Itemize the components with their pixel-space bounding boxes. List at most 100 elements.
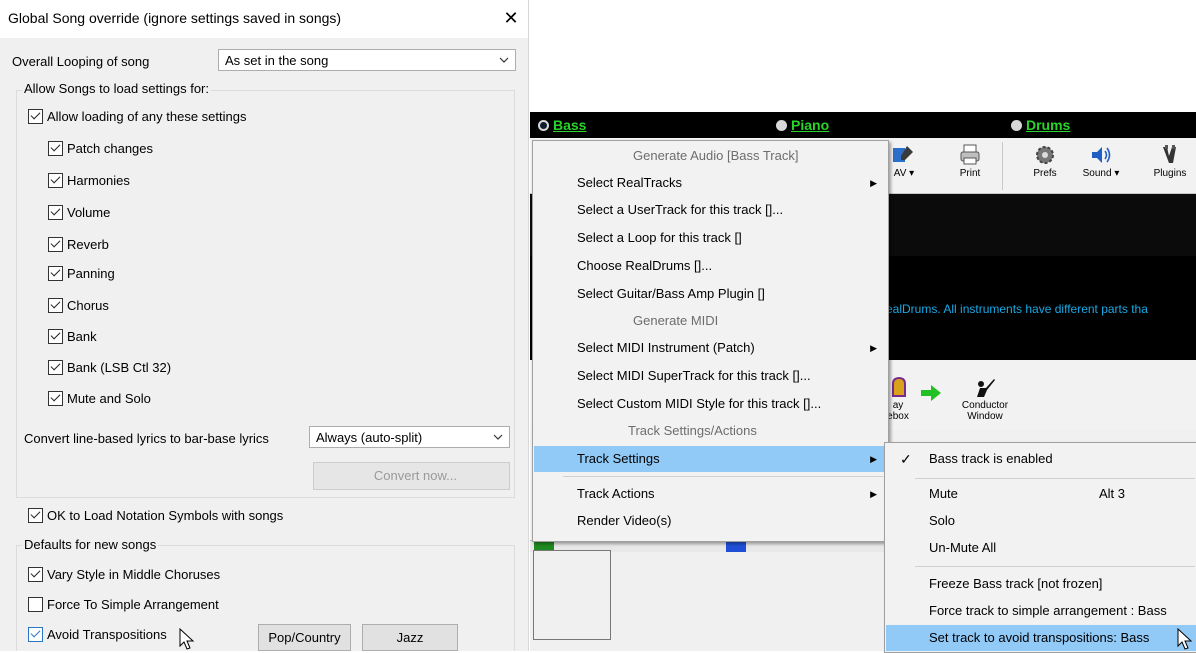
menu-item-render-video[interactable]: Render Video(s) bbox=[534, 508, 887, 534]
allow-any-checkbox[interactable]: Allow loading of any these settings bbox=[28, 109, 246, 124]
lyrics-select-value: Always (auto-split) bbox=[316, 430, 423, 445]
toolbar-divider bbox=[1002, 142, 1003, 190]
plugins-icon bbox=[1159, 144, 1181, 166]
vary-label: Vary Style in Middle Choruses bbox=[47, 567, 221, 582]
dialog-title: Global Song override (ignore settings sa… bbox=[8, 10, 342, 26]
bank-lsb-checkbox[interactable]: Bank (LSB Ctl 32) bbox=[48, 360, 171, 375]
checkbox-icon bbox=[28, 109, 43, 124]
close-icon[interactable]: ✕ bbox=[498, 5, 524, 31]
menu-item-midi-supertrack[interactable]: Select MIDI SuperTrack for this track []… bbox=[534, 363, 887, 389]
print-label: Print bbox=[959, 168, 981, 179]
submenu-item-freeze[interactable]: Freeze Bass track [not frozen] bbox=[886, 571, 1196, 597]
setting-label: Patch changes bbox=[67, 141, 154, 156]
menu-item-track-actions[interactable]: Track Actions ▶ bbox=[534, 481, 887, 507]
looping-select[interactable]: As set in the song bbox=[218, 49, 516, 71]
setting-label: Volume bbox=[67, 205, 111, 220]
menu-item-label: Select MIDI Instrument (Patch) bbox=[577, 340, 755, 355]
submenu-item-avoid-transpositions[interactable]: Set track to avoid transpositions: Bass bbox=[886, 625, 1196, 651]
convert-now-button[interactable]: Convert now... bbox=[313, 462, 510, 490]
plugins-label: Plugins bbox=[1153, 168, 1187, 179]
vary-style-checkbox[interactable]: Vary Style in Middle Choruses bbox=[28, 567, 220, 582]
sound-button[interactable]: Sound ▾ bbox=[1076, 144, 1126, 179]
menu-item-track-settings[interactable]: Track Settings ▶ bbox=[534, 446, 887, 472]
track-piano[interactable]: Piano bbox=[776, 117, 829, 133]
wav-label: AV ▾ bbox=[893, 168, 915, 179]
menu-item-label: Track Actions bbox=[577, 486, 655, 501]
force-simple-checkbox[interactable]: Force To Simple Arrangement bbox=[28, 597, 219, 612]
submenu-item-unmute-all[interactable]: Un-Mute All bbox=[886, 535, 1196, 561]
submenu-arrow-icon: ▶ bbox=[870, 489, 877, 499]
checkbox-icon bbox=[48, 360, 63, 375]
plugins-button[interactable]: Plugins bbox=[1146, 144, 1194, 179]
track-drums[interactable]: Drums bbox=[1011, 117, 1070, 133]
jukebox-icon bbox=[887, 376, 909, 398]
checkbox-icon bbox=[48, 173, 63, 188]
setting-label: Reverb bbox=[67, 237, 109, 252]
avoid-transpositions-checkbox[interactable]: Avoid Transpositions bbox=[28, 627, 167, 642]
arrow-right-icon bbox=[921, 385, 941, 401]
submenu-arrow-icon: ▶ bbox=[870, 454, 877, 464]
conductor-window-button[interactable]: Conductor Window bbox=[950, 376, 1020, 422]
setting-label: Chorus bbox=[67, 298, 109, 313]
looping-select-value: As set in the song bbox=[225, 53, 329, 68]
checkbox-icon bbox=[48, 391, 63, 406]
menu-item-choose-realdrums[interactable]: Choose RealDrums []... bbox=[534, 253, 887, 279]
looping-label: Overall Looping of song bbox=[12, 54, 150, 69]
setting-label: Bank bbox=[67, 329, 97, 344]
notation-symbols-checkbox[interactable]: OK to Load Notation Symbols with songs bbox=[28, 508, 283, 523]
lyrics-label: Convert line-based lyrics to bar-base ly… bbox=[24, 431, 269, 446]
menu-item-select-usertrack[interactable]: Select a UserTrack for this track []... bbox=[534, 197, 887, 223]
checkbox-icon bbox=[48, 266, 63, 281]
track-bar bbox=[530, 112, 1196, 138]
menu-item-select-loop[interactable]: Select a Loop for this track [] bbox=[534, 225, 887, 251]
submenu-item-track-enabled[interactable]: ✓ Bass track is enabled bbox=[886, 446, 1196, 472]
conductor-label-1: Conductor bbox=[961, 400, 1009, 411]
info-text: ealDrums. All instruments have different… bbox=[886, 302, 1148, 316]
prefs-button[interactable]: Prefs bbox=[1025, 144, 1065, 179]
panning-checkbox[interactable]: Panning bbox=[48, 266, 115, 281]
submenu-item-label: Bass track is enabled bbox=[929, 451, 1053, 466]
checkmark-icon: ✓ bbox=[900, 451, 912, 467]
patch-changes-checkbox[interactable]: Patch changes bbox=[48, 141, 153, 156]
checkbox-icon bbox=[48, 329, 63, 344]
track-label: Drums bbox=[1026, 117, 1071, 133]
setting-label: Mute and Solo bbox=[67, 391, 151, 406]
submenu-item-mute[interactable]: Mute Alt 3 bbox=[886, 481, 1196, 507]
print-button[interactable]: Print bbox=[950, 144, 990, 179]
harmonies-checkbox[interactable]: Harmonies bbox=[48, 173, 130, 188]
shortcut-label: Alt 3 bbox=[1099, 486, 1126, 501]
menu-item-custom-midi-style[interactable]: Select Custom MIDI Style for this track … bbox=[534, 391, 887, 417]
submenu-item-solo[interactable]: Solo bbox=[886, 508, 1196, 534]
lyrics-select[interactable]: Always (auto-split) bbox=[309, 426, 510, 448]
checkbox-icon bbox=[28, 567, 43, 582]
setting-label: Panning bbox=[67, 266, 115, 281]
chorus-checkbox[interactable]: Chorus bbox=[48, 298, 109, 313]
volume-checkbox[interactable]: Volume bbox=[48, 205, 110, 220]
menu-item-select-realtracks[interactable]: Select RealTracks ▶ bbox=[534, 170, 887, 196]
setting-label: Harmonies bbox=[67, 173, 130, 188]
gear-icon bbox=[1034, 144, 1056, 166]
notation-canvas[interactable] bbox=[533, 550, 611, 640]
global-song-override-dialog: Global Song override (ignore settings sa… bbox=[0, 0, 529, 651]
menu-separator bbox=[563, 476, 883, 477]
track-settings-submenu: ✓ Bass track is enabled Mute Alt 3 Solo … bbox=[884, 442, 1196, 653]
checkbox-icon bbox=[28, 627, 43, 642]
wav-button[interactable]: AV ▾ bbox=[888, 144, 920, 179]
prefs-label: Prefs bbox=[1033, 168, 1057, 179]
menu-item-midi-instrument[interactable]: Select MIDI Instrument (Patch) ▶ bbox=[534, 335, 887, 361]
checkbox-icon bbox=[48, 141, 63, 156]
sound-label: Sound ▾ bbox=[1082, 168, 1120, 179]
cursor-arrow-icon bbox=[1177, 628, 1193, 650]
conductor-icon bbox=[974, 376, 996, 398]
track-bass[interactable]: Bass bbox=[538, 117, 586, 133]
chevron-down-icon bbox=[493, 434, 503, 440]
jazz-button[interactable]: Jazz bbox=[362, 624, 458, 651]
pop-country-button[interactable]: Pop/Country bbox=[258, 624, 351, 651]
menu-item-amp-plugin[interactable]: Select Guitar/Bass Amp Plugin [] bbox=[534, 281, 887, 307]
reverb-checkbox[interactable]: Reverb bbox=[48, 237, 109, 252]
mute-solo-checkbox[interactable]: Mute and Solo bbox=[48, 391, 151, 406]
force-label: Force To Simple Arrangement bbox=[47, 597, 219, 612]
bank-checkbox[interactable]: Bank bbox=[48, 329, 97, 344]
printer-icon bbox=[959, 144, 981, 166]
submenu-item-force-simple[interactable]: Force track to simple arrangement : Bass bbox=[886, 598, 1196, 624]
